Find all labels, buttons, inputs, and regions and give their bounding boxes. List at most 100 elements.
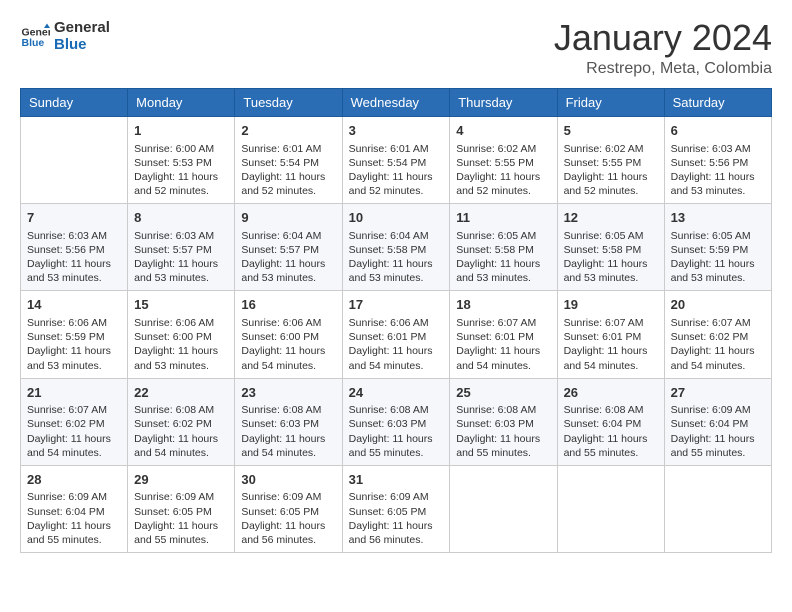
calendar-cell: 27Sunrise: 6:09 AM Sunset: 6:04 PM Dayli… [664, 378, 771, 465]
calendar-cell: 21Sunrise: 6:07 AM Sunset: 6:02 PM Dayli… [21, 378, 128, 465]
day-number: 4 [456, 122, 550, 140]
day-info: Sunrise: 6:09 AM Sunset: 6:05 PM Dayligh… [241, 490, 335, 547]
calendar-cell: 16 Sunrise: 6:06 AM Sunset: 6:00 PM Dayli… [235, 291, 342, 378]
day-number: 16 [241, 296, 335, 314]
calendar-cell: 26Sunrise: 6:08 AM Sunset: 6:04 PM Dayli… [557, 378, 664, 465]
day-number: 2 [241, 122, 335, 140]
weekday-header: Saturday [664, 89, 771, 117]
day-number: 19 [564, 296, 658, 314]
calendar-cell: 4 Sunrise: 6:02 AM Sunset: 5:55 PM Daylig… [450, 117, 557, 204]
calendar-cell: 15Sunrise: 6:06 AM Sunset: 6:00 PM Dayli… [128, 291, 235, 378]
calendar-cell [450, 465, 557, 552]
day-number: 15 [134, 296, 228, 314]
calendar-cell [664, 465, 771, 552]
logo-general: General [54, 20, 110, 37]
day-number: 5 [564, 122, 658, 140]
calendar-table: SundayMondayTuesdayWednesdayThursdayFrid… [20, 88, 772, 553]
weekday-header: Friday [557, 89, 664, 117]
calendar-body: 1Sunrise: 6:00 AM Sunset: 5:53 PM Daylig… [21, 117, 772, 553]
day-number: 9 [241, 209, 335, 227]
calendar-cell: 28Sunrise: 6:09 AM Sunset: 6:04 PM Dayli… [21, 465, 128, 552]
logo-blue: Blue [54, 37, 110, 54]
day-info: Sunrise: 6:09 AM Sunset: 6:05 PM Dayligh… [134, 490, 228, 547]
day-info: Sunrise: 6:03 AM Sunset: 5:56 PM Dayligh… [671, 142, 765, 199]
day-info: Sunrise: 6:06 AM Sunset: 6:00 PM Dayligh… [241, 316, 335, 373]
day-number: 12 [564, 209, 658, 227]
calendar-week-row: 21Sunrise: 6:07 AM Sunset: 6:02 PM Dayli… [21, 378, 772, 465]
weekday-header: Tuesday [235, 89, 342, 117]
calendar-header: SundayMondayTuesdayWednesdayThursdayFrid… [21, 89, 772, 117]
logo-icon: General Blue [20, 22, 50, 52]
day-info: Sunrise: 6:03 AM Sunset: 5:57 PM Dayligh… [134, 229, 228, 286]
day-info: Sunrise: 6:08 AM Sunset: 6:02 PM Dayligh… [134, 403, 228, 460]
day-number: 21 [27, 384, 121, 402]
calendar-cell: 3Sunrise: 6:01 AM Sunset: 5:54 PM Daylig… [342, 117, 450, 204]
day-number: 22 [134, 384, 228, 402]
calendar-cell: 8 Sunrise: 6:03 AM Sunset: 5:57 PM Daylig… [128, 204, 235, 291]
weekday-row: SundayMondayTuesdayWednesdayThursdayFrid… [21, 89, 772, 117]
day-number: 17 [349, 296, 444, 314]
day-info: Sunrise: 6:06 AM Sunset: 6:01 PM Dayligh… [349, 316, 444, 373]
day-info: Sunrise: 6:00 AM Sunset: 5:53 PM Dayligh… [134, 142, 228, 199]
day-number: 25 [456, 384, 550, 402]
day-number: 28 [27, 471, 121, 489]
calendar-cell: 19 Sunrise: 6:07 AM Sunset: 6:01 PM Dayli… [557, 291, 664, 378]
day-number: 30 [241, 471, 335, 489]
day-info: Sunrise: 6:01 AM Sunset: 5:54 PM Dayligh… [349, 142, 444, 199]
calendar-cell: 9 Sunrise: 6:04 AM Sunset: 5:57 PM Daylig… [235, 204, 342, 291]
logo: General Blue General Blue [20, 20, 110, 53]
day-info: Sunrise: 6:07 AM Sunset: 6:02 PM Dayligh… [671, 316, 765, 373]
calendar-cell: 1Sunrise: 6:00 AM Sunset: 5:53 PM Daylig… [128, 117, 235, 204]
calendar-cell: 11 Sunrise: 6:05 AM Sunset: 5:58 PM Dayli… [450, 204, 557, 291]
day-info: Sunrise: 6:01 AM Sunset: 5:54 PM Dayligh… [241, 142, 335, 199]
day-info: Sunrise: 6:07 AM Sunset: 6:02 PM Dayligh… [27, 403, 121, 460]
day-info: Sunrise: 6:05 AM Sunset: 5:58 PM Dayligh… [456, 229, 550, 286]
title-section: January 2024 Restrepo, Meta, Colombia [554, 20, 772, 78]
day-info: Sunrise: 6:07 AM Sunset: 6:01 PM Dayligh… [564, 316, 658, 373]
day-number: 6 [671, 122, 765, 140]
calendar-cell: 20 Sunrise: 6:07 AM Sunset: 6:02 PM Dayli… [664, 291, 771, 378]
weekday-header: Monday [128, 89, 235, 117]
calendar-cell: 14 Sunrise: 6:06 AM Sunset: 5:59 PM Dayli… [21, 291, 128, 378]
day-number: 10 [349, 209, 444, 227]
day-number: 11 [456, 209, 550, 227]
day-info: Sunrise: 6:09 AM Sunset: 6:05 PM Dayligh… [349, 490, 444, 547]
day-info: Sunrise: 6:09 AM Sunset: 6:04 PM Dayligh… [27, 490, 121, 547]
calendar-cell: 10 Sunrise: 6:04 AM Sunset: 5:58 PM Dayli… [342, 204, 450, 291]
day-info: Sunrise: 6:02 AM Sunset: 5:55 PM Dayligh… [564, 142, 658, 199]
calendar-cell: 5 Sunrise: 6:02 AM Sunset: 5:55 PM Daylig… [557, 117, 664, 204]
day-info: Sunrise: 6:03 AM Sunset: 5:56 PM Dayligh… [27, 229, 121, 286]
day-number: 24 [349, 384, 444, 402]
calendar-title: January 2024 [554, 20, 772, 56]
weekday-header: Wednesday [342, 89, 450, 117]
calendar-cell: 6 Sunrise: 6:03 AM Sunset: 5:56 PM Daylig… [664, 117, 771, 204]
calendar-cell: 2 Sunrise: 6:01 AM Sunset: 5:54 PM Daylig… [235, 117, 342, 204]
calendar-cell: 30Sunrise: 6:09 AM Sunset: 6:05 PM Dayli… [235, 465, 342, 552]
day-number: 14 [27, 296, 121, 314]
day-number: 31 [349, 471, 444, 489]
day-number: 27 [671, 384, 765, 402]
day-info: Sunrise: 6:08 AM Sunset: 6:04 PM Dayligh… [564, 403, 658, 460]
svg-text:Blue: Blue [22, 37, 45, 49]
weekday-header: Thursday [450, 89, 557, 117]
calendar-week-row: 28Sunrise: 6:09 AM Sunset: 6:04 PM Dayli… [21, 465, 772, 552]
day-info: Sunrise: 6:09 AM Sunset: 6:04 PM Dayligh… [671, 403, 765, 460]
day-info: Sunrise: 6:06 AM Sunset: 5:59 PM Dayligh… [27, 316, 121, 373]
day-number: 20 [671, 296, 765, 314]
day-info: Sunrise: 6:08 AM Sunset: 6:03 PM Dayligh… [241, 403, 335, 460]
calendar-cell [557, 465, 664, 552]
calendar-cell [21, 117, 128, 204]
day-info: Sunrise: 6:04 AM Sunset: 5:58 PM Dayligh… [349, 229, 444, 286]
day-number: 18 [456, 296, 550, 314]
day-number: 8 [134, 209, 228, 227]
day-number: 13 [671, 209, 765, 227]
day-info: Sunrise: 6:08 AM Sunset: 6:03 PM Dayligh… [456, 403, 550, 460]
day-info: Sunrise: 6:02 AM Sunset: 5:55 PM Dayligh… [456, 142, 550, 199]
calendar-cell: 17 Sunrise: 6:06 AM Sunset: 6:01 PM Dayli… [342, 291, 450, 378]
day-info: Sunrise: 6:04 AM Sunset: 5:57 PM Dayligh… [241, 229, 335, 286]
calendar-subtitle: Restrepo, Meta, Colombia [554, 60, 772, 78]
calendar-cell: 31Sunrise: 6:09 AM Sunset: 6:05 PM Dayli… [342, 465, 450, 552]
calendar-cell: 22Sunrise: 6:08 AM Sunset: 6:02 PM Dayli… [128, 378, 235, 465]
day-info: Sunrise: 6:07 AM Sunset: 6:01 PM Dayligh… [456, 316, 550, 373]
calendar-cell: 7Sunrise: 6:03 AM Sunset: 5:56 PM Daylig… [21, 204, 128, 291]
